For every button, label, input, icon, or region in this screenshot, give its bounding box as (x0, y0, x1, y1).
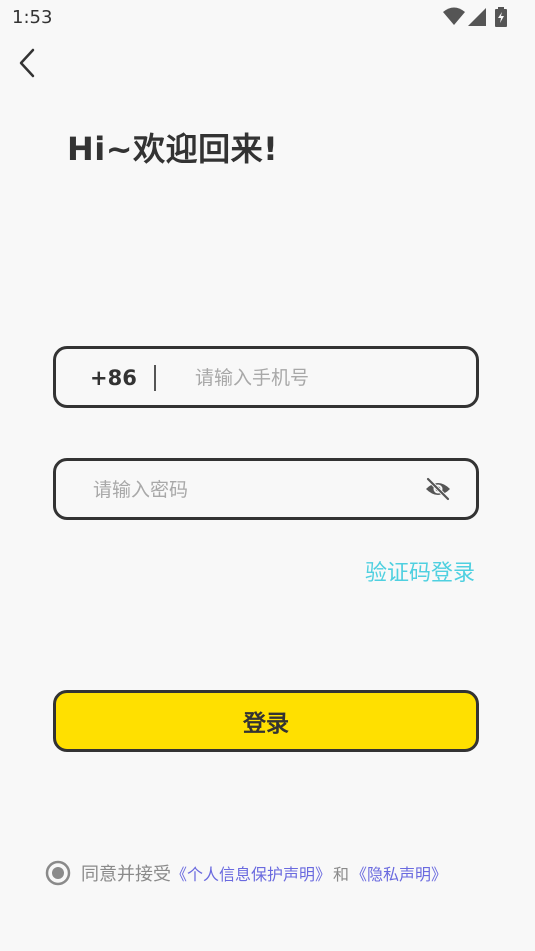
agreement-row: 同意并接受 《个人信息保护声明》 和 《隐私声明》 (45, 859, 447, 887)
welcome-title: Hi~欢迎回来! (67, 130, 279, 168)
password-input[interactable] (91, 476, 415, 504)
personal-info-statement-link[interactable]: 《个人信息保护声明》 (171, 861, 331, 885)
agreement-and: 和 (333, 865, 350, 884)
phone-input[interactable] (193, 364, 467, 392)
agreement-radio[interactable] (45, 860, 71, 886)
cell-signal-icon (468, 8, 486, 26)
agreement-prefix: 同意并接受 (81, 864, 171, 885)
chevron-left-icon (19, 48, 35, 78)
field-divider (154, 365, 156, 391)
wifi-icon (443, 7, 465, 25)
password-field (53, 458, 479, 520)
eye-off-icon[interactable] (424, 477, 452, 501)
privacy-statement-link[interactable]: 《隐私声明》 (351, 861, 447, 885)
status-bar: 1:53 (0, 0, 535, 36)
country-code[interactable]: +86 (90, 366, 137, 390)
status-time: 1:53 (12, 7, 53, 28)
back-button[interactable] (12, 46, 42, 80)
login-button[interactable]: 登录 (53, 690, 479, 752)
phone-field: +86 (53, 346, 479, 408)
battery-charging-icon (495, 7, 507, 27)
sms-login-link[interactable]: 验证码登录 (365, 555, 475, 587)
